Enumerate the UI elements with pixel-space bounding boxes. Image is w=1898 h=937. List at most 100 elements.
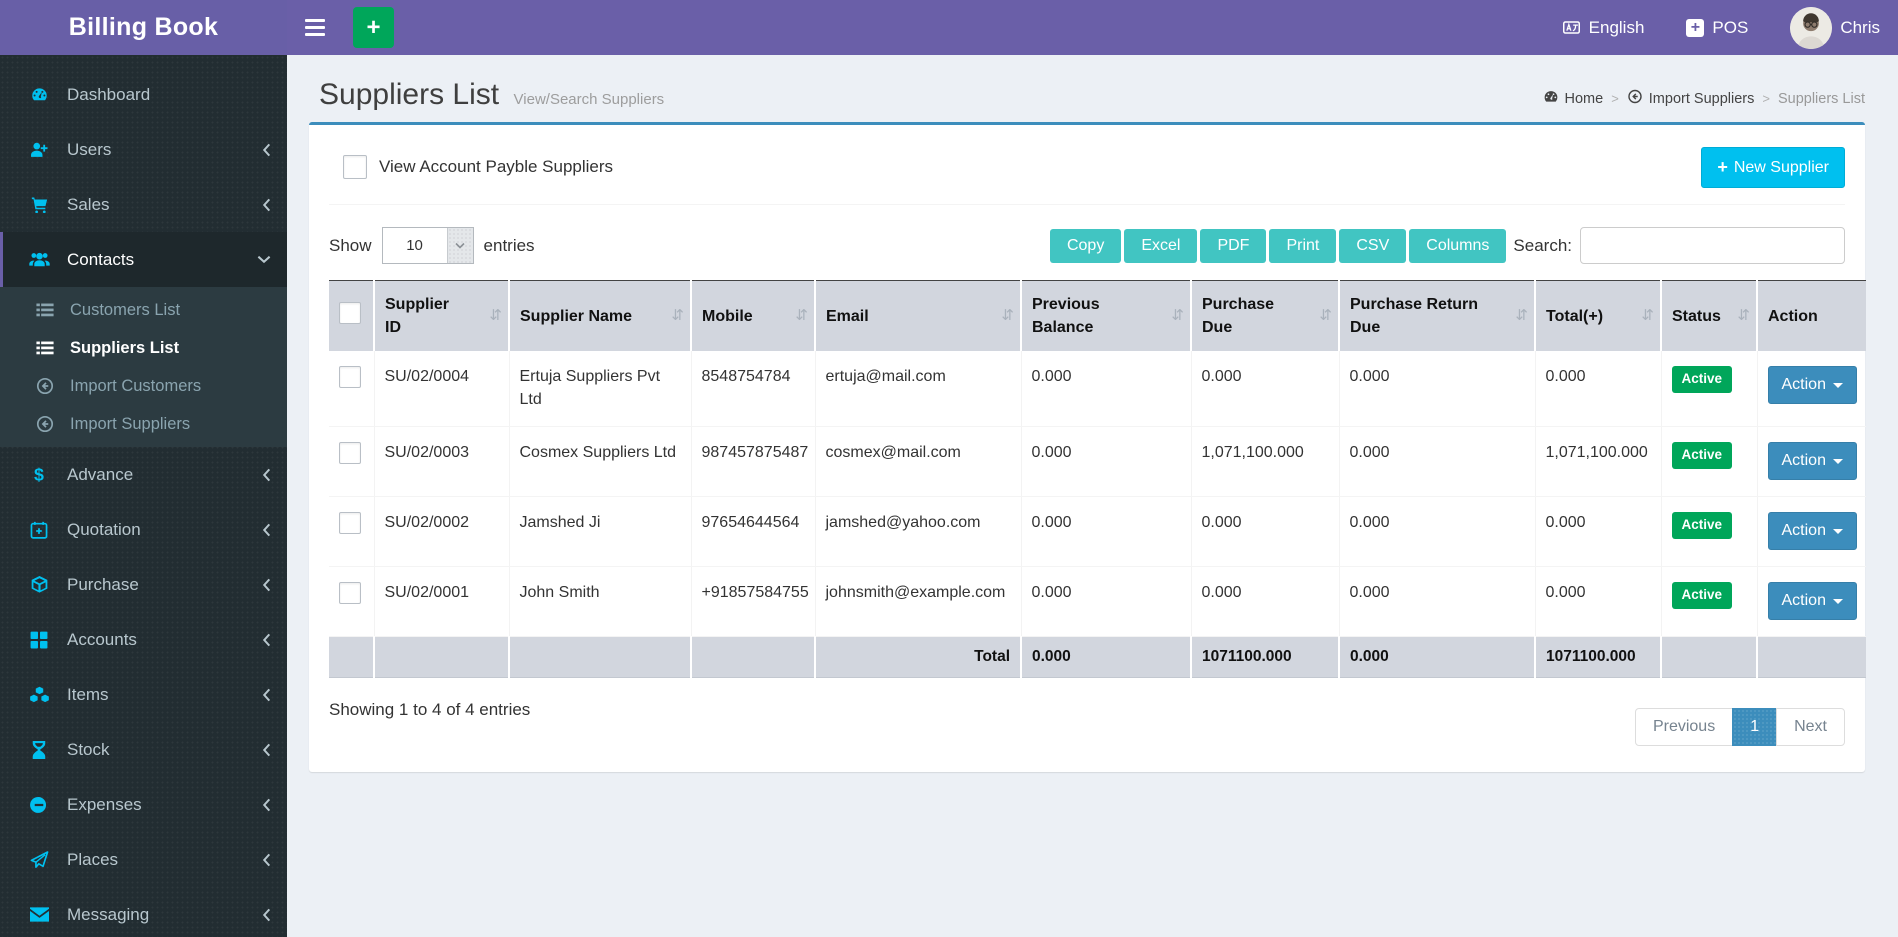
chevron-left-icon — [262, 688, 271, 702]
payable-filter-checkbox[interactable] — [343, 155, 367, 179]
sidebar-item-purchase[interactable]: Purchase — [0, 557, 287, 612]
column-header-previous-balance[interactable]: Previous Balance ⇵ — [1020, 280, 1191, 352]
sidebar-item-places[interactable]: Places — [0, 832, 287, 887]
pos-menu[interactable]: + POS — [1686, 18, 1748, 38]
sidebar-item-stock[interactable]: Stock — [0, 722, 287, 777]
cell-previous-balance: 0.000 — [1020, 566, 1191, 638]
sidebar-subitem-import-customers[interactable]: Import Customers — [0, 367, 287, 405]
action-dropdown-button[interactable]: Action — [1767, 512, 1857, 551]
export-excel-button[interactable]: Excel — [1124, 228, 1198, 263]
footer-empty-cell — [1756, 636, 1866, 679]
sidebar-item-label: Quotation — [67, 519, 141, 539]
breadcrumb-home[interactable]: Home — [1543, 89, 1604, 108]
sidebar-item-contacts[interactable]: Contacts — [0, 232, 287, 287]
action-dropdown-button[interactable]: Action — [1767, 442, 1857, 481]
row-checkbox[interactable] — [339, 442, 361, 465]
cell-mobile: 97654644564 — [690, 496, 815, 568]
cell-mobile: 987457875487 — [690, 426, 815, 498]
row-checkbox[interactable] — [339, 366, 361, 389]
sidebar-item-label: Purchase — [67, 574, 139, 594]
table-row: SU/02/0001 John Smith +91857584755 johnsmit… — [329, 566, 1866, 638]
sidebar-item-sales[interactable]: Sales — [0, 177, 287, 232]
sidebar-item-dashboard[interactable]: Dashboard — [0, 67, 287, 122]
cell-purchase-due: 0.000 — [1190, 351, 1339, 428]
chevron-left-icon — [262, 578, 271, 592]
export-columns-button[interactable]: Columns — [1409, 228, 1507, 263]
cell-action: Action — [1756, 496, 1866, 568]
sidebar-item-users[interactable]: Users — [0, 122, 287, 177]
sort-icon: ⇵ — [1001, 307, 1014, 325]
column-header-total[interactable]: Total(+) ⇵ — [1534, 280, 1661, 352]
sidebar-subitem-customers-list[interactable]: Customers List — [0, 291, 287, 329]
column-header-mobile[interactable]: Mobile ⇵ — [690, 280, 815, 352]
pos-label: POS — [1712, 17, 1749, 37]
sort-icon: ⇵ — [1319, 307, 1332, 325]
action-label: Action — [1781, 522, 1826, 540]
sidebar-item-expenses[interactable]: Expenses — [0, 777, 287, 832]
page-length-select[interactable]: 10 — [381, 227, 474, 264]
sidebar-item-advance[interactable]: $ Advance — [0, 447, 287, 502]
language-menu[interactable]: English — [1562, 18, 1644, 38]
cell-purchase-return-due: 0.000 — [1338, 351, 1535, 428]
sort-icon: ⇵ — [795, 307, 808, 325]
cell-previous-balance: 0.000 — [1020, 426, 1191, 498]
quick-add-button[interactable]: + — [353, 7, 394, 48]
column-header-purchase-due[interactable]: Purchase Due ⇵ — [1190, 280, 1339, 352]
chevron-left-icon — [262, 853, 271, 867]
cell-purchase-due: 1,071,100.000 — [1190, 426, 1339, 498]
export-pdf-button[interactable]: PDF — [1200, 228, 1267, 263]
breadcrumb-import-suppliers[interactable]: Import Suppliers — [1627, 89, 1755, 108]
column-label: Supplier ID — [385, 296, 450, 337]
sidebar-subitem-suppliers-list[interactable]: Suppliers List — [0, 329, 287, 367]
top-navbar: Billing Book + English + POS Chris — [0, 0, 1898, 55]
breadcrumb-label: Home — [1564, 90, 1604, 107]
breadcrumb-label: Import Suppliers — [1648, 90, 1755, 107]
sidebar-item-messaging[interactable]: Messaging — [0, 887, 287, 937]
pagination-previous-button[interactable]: Previous — [1634, 708, 1734, 747]
cell-action: Action — [1756, 426, 1866, 498]
cell-status: Active — [1660, 496, 1757, 568]
row-checkbox[interactable] — [339, 512, 361, 535]
action-dropdown-button[interactable]: Action — [1767, 582, 1857, 621]
app-logo[interactable]: Billing Book — [0, 0, 287, 55]
sidebar-item-quotation[interactable]: Quotation — [0, 502, 287, 557]
sidebar-item-items[interactable]: Items — [0, 667, 287, 722]
column-header-supplier-name[interactable]: Supplier Name ⇵ — [508, 280, 691, 352]
export-print-button[interactable]: Print — [1269, 228, 1337, 263]
row-checkbox[interactable] — [339, 582, 361, 605]
breadcrumb-separator: > — [1762, 91, 1770, 106]
column-header-supplier-id[interactable]: Supplier ID ⇵ — [373, 280, 509, 352]
select-all-checkbox[interactable] — [339, 301, 361, 324]
plus-icon: + — [1717, 157, 1728, 177]
cell-email: cosmex@mail.com — [814, 426, 1021, 498]
export-csv-button[interactable]: CSV — [1339, 228, 1407, 263]
export-copy-button[interactable]: Copy — [1049, 228, 1122, 263]
pagination-next-button[interactable]: Next — [1776, 708, 1845, 747]
sort-icon: ⇵ — [1737, 307, 1750, 325]
column-header-purchase-return-due[interactable]: Purchase Return Due ⇵ — [1338, 280, 1535, 352]
breadcrumb: Home > Import Suppliers > Suppliers List — [1543, 89, 1865, 112]
column-header-email[interactable]: Email ⇵ — [814, 280, 1021, 352]
action-label: Action — [1781, 376, 1826, 394]
new-supplier-button[interactable]: + New Supplier — [1701, 147, 1845, 188]
action-label: Action — [1781, 452, 1826, 470]
column-label: Mobile — [702, 307, 753, 325]
column-header-status[interactable]: Status ⇵ — [1660, 280, 1757, 352]
caret-down-icon — [1832, 458, 1843, 464]
table-row: SU/02/0004 Ertuja Suppliers Pvt Ltd 854875… — [329, 351, 1866, 428]
cell-supplier-id: SU/02/0003 — [373, 426, 509, 498]
search-input[interactable] — [1580, 227, 1845, 264]
status-badge: Active — [1671, 442, 1733, 470]
cell-status: Active — [1660, 426, 1757, 498]
action-dropdown-button[interactable]: Action — [1767, 366, 1857, 405]
user-menu[interactable]: Chris — [1790, 6, 1880, 49]
sidebar-item-label: Dashboard — [67, 84, 151, 104]
sidebar-item-label: Items — [67, 684, 109, 704]
footer-empty-cell — [329, 636, 374, 679]
sidebar-toggle-icon[interactable] — [305, 19, 331, 36]
column-label: Status — [1672, 307, 1721, 325]
sidebar-item-accounts[interactable]: Accounts — [0, 612, 287, 667]
pagination-page-1[interactable]: 1 — [1732, 708, 1778, 747]
gauge-icon — [27, 86, 51, 103]
sidebar-subitem-import-suppliers[interactable]: Import Suppliers — [0, 405, 287, 443]
